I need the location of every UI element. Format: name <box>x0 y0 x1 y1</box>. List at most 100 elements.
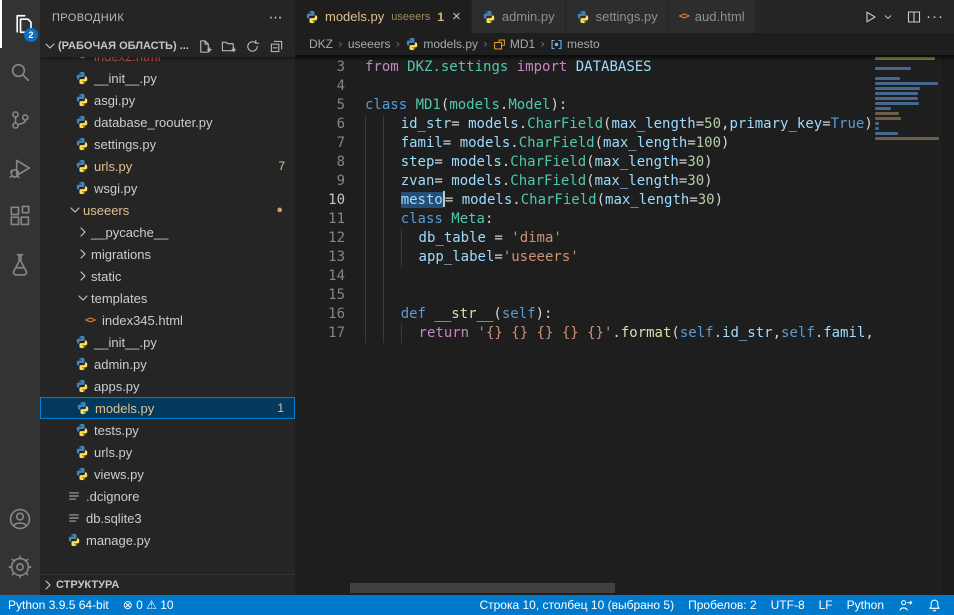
tab-settings.py[interactable]: settings.py <box>566 0 669 33</box>
tab-description: useeers <box>391 11 430 23</box>
tree-item-migrations[interactable]: migrations <box>40 243 295 265</box>
tree-item-database_roouter.py[interactable]: database_roouter.py <box>40 111 295 133</box>
tree-item-tests.py[interactable]: tests.py <box>40 419 295 441</box>
code-line-16[interactable]: 16def __str__(self): <box>295 305 875 324</box>
run-dropdown-icon[interactable] <box>882 6 894 28</box>
status-eol[interactable]: LF <box>819 598 833 612</box>
python-file-icon <box>75 137 89 151</box>
tree-item-models.py[interactable]: models.py1 <box>40 397 295 419</box>
refresh-icon[interactable] <box>243 37 261 55</box>
status-label: ⊗ 0 ⚠ 10 <box>123 598 174 612</box>
tree-item-templates[interactable]: templates <box>40 287 295 309</box>
tree-item-asgi.py[interactable]: asgi.py <box>40 89 295 111</box>
code-line-5[interactable]: 5class MD1(models.Model): <box>295 96 875 115</box>
tree-item-.dcignore[interactable]: .dcignore <box>40 485 295 507</box>
activity-item-explorer-icon[interactable]: 2 <box>0 0 42 48</box>
tree-item-urls.py[interactable]: urls.py7 <box>40 155 295 177</box>
code-line-12[interactable]: 12db_table = 'dima' <box>295 229 875 248</box>
split-editor-icon[interactable] <box>906 6 922 28</box>
breadcrumb-item-MD1[interactable]: MD1 <box>493 37 535 51</box>
breadcrumb-item-models.py[interactable]: models.py <box>405 37 478 51</box>
new-file-icon[interactable] <box>195 37 213 55</box>
collapse-all-icon[interactable] <box>267 37 285 55</box>
activity-bar: 2 <box>0 0 40 595</box>
problems-badge: 1 <box>277 401 284 415</box>
breadcrumb-item-useeers[interactable]: useeers <box>348 37 391 51</box>
code-editor[interactable]: 3from DKZ.settings import DATABASES45cla… <box>295 55 954 595</box>
activity-item-testing-icon[interactable] <box>0 240 40 288</box>
tree-item-apps.py[interactable]: apps.py <box>40 375 295 397</box>
status-language-mode[interactable]: Python <box>847 598 884 612</box>
breadcrumb-separator: › <box>338 37 343 51</box>
tab-admin.py[interactable]: admin.py <box>472 0 566 33</box>
tree-item-views.py[interactable]: views.py <box>40 463 295 485</box>
python-file-icon <box>67 533 81 547</box>
activity-item-run-debug-icon[interactable] <box>0 144 40 192</box>
activity-item-settings-icon[interactable] <box>0 543 40 591</box>
code-line-4[interactable]: 4 <box>295 77 875 96</box>
tree-item-wsgi.py[interactable]: wsgi.py <box>40 177 295 199</box>
chevron-down-icon <box>75 290 91 306</box>
minimap[interactable] <box>875 55 940 595</box>
outline-section-header[interactable]: СТРУКТУРА <box>40 574 295 595</box>
code-line-6[interactable]: 6id_str= models.CharField(max_length=50,… <box>295 115 875 134</box>
tree-item-__pycache__[interactable]: __pycache__ <box>40 221 295 243</box>
code-line-10[interactable]: 10mesto= models.CharField(max_length=30) <box>295 191 875 210</box>
code-line-17[interactable]: 17return '{} {} {} {} {}'.format(self.id… <box>295 324 875 343</box>
activity-item-search-icon[interactable] <box>0 48 40 96</box>
status-label: LF <box>819 598 833 612</box>
file-tree: <>index2.html__init__.pyasgi.pydatabase_… <box>40 57 295 575</box>
tree-item-__init__.py[interactable]: __init__.py <box>40 331 295 353</box>
activity-item-account-icon[interactable] <box>0 495 40 543</box>
tree-item-label: __pycache__ <box>91 225 168 240</box>
tree-item-index345.html[interactable]: <>index345.html <box>40 309 295 331</box>
code-line-8[interactable]: 8step= models.CharField(max_length=30) <box>295 153 875 172</box>
explorer-sidebar: ПРОВОДНИК ⋯ (РАБОЧАЯ ОБЛАСТЬ) ... <>inde… <box>40 0 295 595</box>
status-indentation[interactable]: Пробелов: 2 <box>688 598 757 612</box>
more-actions-icon[interactable]: ··· <box>926 6 944 28</box>
tree-item-label: useeers <box>83 203 129 218</box>
status-interpreter[interactable]: Python 3.9.5 64-bit <box>8 598 109 612</box>
breadcrumb-item-mesto[interactable]: mesto <box>550 37 600 51</box>
code-line-15[interactable]: 15 <box>295 286 875 305</box>
status-encoding[interactable]: UTF-8 <box>771 598 805 612</box>
workspace-section-header[interactable]: (РАБОЧАЯ ОБЛАСТЬ) ... <box>40 35 295 57</box>
line-number: 7 <box>295 134 345 153</box>
code-line-13[interactable]: 13app_label='useeers' <box>295 248 875 267</box>
tree-item-admin.py[interactable]: admin.py <box>40 353 295 375</box>
new-folder-icon[interactable] <box>219 37 237 55</box>
run-icon[interactable] <box>862 6 878 28</box>
horizontal-scrollbar[interactable] <box>350 583 615 593</box>
tree-item-static[interactable]: static <box>40 265 295 287</box>
tree-item-__init__.py[interactable]: __init__.py <box>40 67 295 89</box>
tree-item-useeers[interactable]: useeers ● <box>40 199 295 221</box>
tree-item-manage.py[interactable]: manage.py <box>40 529 295 551</box>
tab-label: settings.py <box>596 9 658 24</box>
tab-models.py[interactable]: models.pyuseeers1× <box>295 0 472 33</box>
close-icon[interactable]: × <box>452 9 461 24</box>
tree-item-settings.py[interactable]: settings.py <box>40 133 295 155</box>
code-line-14[interactable]: 14 <box>295 267 875 286</box>
activity-item-source-control-icon[interactable] <box>0 96 40 144</box>
code-line-11[interactable]: 11class Meta: <box>295 210 875 229</box>
breadcrumb-label: mesto <box>567 37 600 51</box>
sidebar-more-actions-icon[interactable]: ⋯ <box>269 9 283 26</box>
tree-item-urls.py[interactable]: urls.py <box>40 441 295 463</box>
code-line-9[interactable]: 9zvan= models.CharField(max_length=30) <box>295 172 875 191</box>
status-cursor-position[interactable]: Строка 10, столбец 10 (выбрано 5) <box>479 598 674 612</box>
code-line-7[interactable]: 7famil= models.CharField(max_length=100) <box>295 134 875 153</box>
modified-dot: ● <box>276 204 283 216</box>
breadcrumb-item-DKZ[interactable]: DKZ <box>309 37 333 51</box>
python-file-icon <box>75 115 89 129</box>
tab-aud.html[interactable]: <>aud.html <box>669 0 756 33</box>
status-problems[interactable]: ⊗ 0 ⚠ 10 <box>123 598 174 612</box>
status-label: Python <box>847 598 884 612</box>
tree-item-index2.html[interactable]: <>index2.html <box>40 57 295 67</box>
tree-item-label: manage.py <box>86 533 150 548</box>
status-feedback-icon[interactable] <box>898 598 913 613</box>
status-notifications-icon[interactable] <box>927 598 942 613</box>
tree-item-db.sqlite3[interactable]: db.sqlite3 <box>40 507 295 529</box>
code-line-3[interactable]: 3from DKZ.settings import DATABASES <box>295 58 875 77</box>
outline-section-label: СТРУКТУРА <box>56 579 119 591</box>
activity-item-extensions-icon[interactable] <box>0 192 40 240</box>
